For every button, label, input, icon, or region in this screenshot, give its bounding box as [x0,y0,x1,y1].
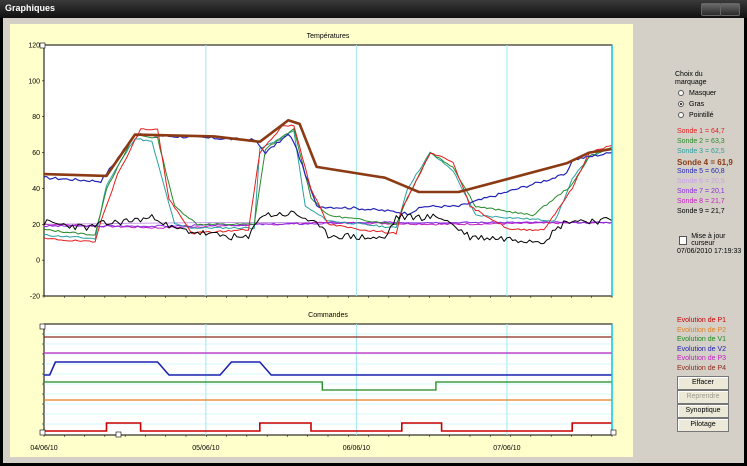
commands-x-axis: 04/06/10 05/06/10 06/06/10 07/06/10 [30,435,613,452]
commands-plot-frame [43,323,613,436]
command-legend-item: Evolution de V1 [677,336,727,343]
synoptique-button[interactable]: Synoptique [677,404,729,418]
command-legend-item: Evolution de P4 [677,364,727,372]
marking-choice-group: Choix du marquage Masquer Gras Pointillé [675,71,747,120]
marking-choice-title: Choix du marquage [675,71,707,86]
graphiques-window: Graphiques Températures 120 100 80 60 40 20 0 -… [0,0,747,466]
radio-label: Gras [689,100,705,108]
probe-reading: Sonde 3 = 62,5 [677,148,725,155]
scroll-marker-icon[interactable] [39,42,46,49]
command-legend-item: Evolution de V2 [677,345,727,353]
radio-gras[interactable]: Gras [678,99,747,109]
probe-reading: Sonde 7 = 20,1 [677,188,725,195]
y-tick-label: -20 [30,294,40,301]
scroll-marker-icon[interactable] [610,429,617,436]
x-tick-label: 06/06/10 [343,445,370,452]
radio-pointille[interactable]: Pointillé [678,110,747,120]
scroll-marker-icon[interactable] [39,323,46,330]
probe-reading: Sonde 6 = 20,5 [677,178,725,185]
probe-reading: Sonde 2 = 63,3 [677,138,725,145]
minimize-button[interactable] [701,3,721,16]
probe-reading: Sonde 1 = 64,7 [677,128,725,135]
y-tick-label: 40 [32,186,40,193]
y-tick-label: 80 [32,114,40,121]
y-tick-label: 100 [28,78,40,85]
radio-icon[interactable] [678,90,684,96]
command-legend-item: Evolution de P2 [677,326,727,334]
probe-reading: Sonde 9 = 21,7 [677,208,725,215]
commands-chart-title: Commandes [308,312,348,319]
y-tick-label: 20 [32,222,40,229]
checkbox-label: Mise à jour curseur [691,233,726,247]
y-tick-label: 120 [28,43,40,50]
radio-label: Pointillé [689,111,714,119]
close-button[interactable] [720,3,740,16]
x-tick-label: 04/06/10 [30,445,57,452]
probe-reading: Sonde 8 = 21,7 [677,198,725,205]
pilotage-button[interactable]: Pilotage [677,418,729,432]
reprendre-button[interactable]: Reprendre [677,390,729,404]
x-tick-label: 07/06/10 [493,445,520,452]
radio-selected-icon[interactable] [678,101,684,107]
probe-reading: Sonde 5 = 60,8 [677,168,725,175]
probe-reading: Sonde 4 = 61,9 [677,158,733,167]
scroll-marker-icon[interactable] [115,431,122,438]
client-area: Températures 120 100 80 60 40 20 0 -20 Commande… [3,18,744,463]
command-legend-item: Evolution de P3 [677,355,727,362]
scroll-marker-icon[interactable] [39,429,46,436]
y-tick-label: 60 [32,150,40,157]
radio-masquer[interactable]: Masquer [678,88,747,98]
plot-area: Températures 120 100 80 60 40 20 0 -20 Commande… [10,24,633,457]
window-title: Graphiques [5,3,56,13]
cursor-timestamp: 07/06/2010 17:19:33 [677,248,742,255]
temperature-chart-title: Températures [307,33,350,40]
x-tick-label: 05/06/10 [192,445,219,452]
charts-svg[interactable]: Températures 120 100 80 60 40 20 0 -20 Commande… [10,24,633,457]
y-tick-label: 0 [36,258,40,265]
radio-icon[interactable] [678,112,684,118]
cursor-update-checkbox[interactable]: Mise à jour curseur [679,233,744,247]
temperature-plot-frame [43,44,613,297]
radio-label: Masquer [689,89,717,97]
effacer-button[interactable]: Effacer [677,376,729,390]
command-legend-item: Evolution de P1 [677,317,727,324]
checkbox-icon[interactable] [679,235,688,245]
title-bar: Graphiques [0,0,747,18]
